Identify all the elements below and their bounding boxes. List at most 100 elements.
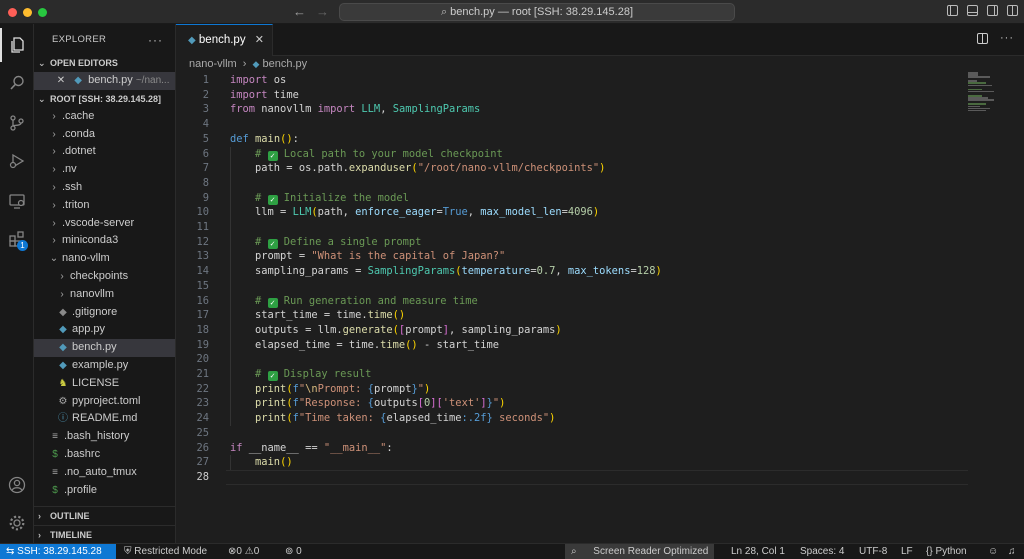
accounts-icon[interactable] [0,468,34,502]
code-token: import [317,103,356,116]
remote-explorer-icon[interactable] [0,184,34,218]
open-editors-section[interactable]: ⌄ OPEN EDITORS [34,54,175,72]
toggle-panel-icon[interactable] [967,5,978,16]
remote-indicator[interactable]: ⇆ SSH: 38.29.145.28 [0,544,116,559]
code-token: ) [599,162,606,175]
code-token: LLM [292,206,312,219]
tree-folder[interactable]: › .triton [34,197,175,215]
tree-file[interactable]: ◆ app.py [34,321,175,339]
line-number: 21 [196,368,209,380]
tree-file[interactable]: $ .profile [34,482,175,500]
tree-file[interactable]: ⚙ pyproject.toml [34,393,175,411]
tree-file[interactable]: ♞ LICENSE [34,375,175,393]
code-line: # ✓ Define a single prompt [230,235,421,250]
language-mode[interactable]: {} Python [926,544,967,559]
code-token: path = os.path. [230,162,349,175]
code-token: def [230,132,249,145]
breadcrumb-file[interactable]: bench.py [262,58,307,70]
code-line: elapsed_time = time.time() - start_time [230,338,499,353]
split-editor-icon[interactable] [977,33,988,44]
code-token: 128 [636,265,656,278]
tree-file[interactable]: ⓘ README.md [34,410,175,428]
indentation[interactable]: Spaces: 4 [800,544,844,559]
minimize-window-button[interactable] [23,8,32,17]
tree-folder[interactable]: › .dotnet [34,143,175,161]
close-window-button[interactable] [8,8,17,17]
screen-reader-mode[interactable]: ⌕ Screen Reader Optimized [565,544,715,559]
restricted-mode[interactable]: ⛨ Restricted Mode [124,544,207,559]
code-token: outputs = llm. [230,323,343,336]
tree-file[interactable]: $ .bashrc [34,446,175,464]
tree-file[interactable]: ◆ example.py [34,357,175,375]
code-token: Define a single prompt [277,235,422,248]
command-center[interactable]: ⌕ bench.py — root [SSH: 38.29.145.28] [339,3,735,21]
code-line: if __name__ == "__main__": [230,441,393,456]
code-token: path, [317,206,356,219]
minimap[interactable] [968,72,994,122]
maximize-window-button[interactable] [38,8,47,17]
code-token: from [230,103,256,116]
tree-folder[interactable]: › .ssh [34,179,175,197]
language-label: Python [935,546,967,557]
git-file-icon: ◆ [59,306,67,318]
timeline-section[interactable]: › TIMELINE [34,525,175,543]
outline-section[interactable]: › OUTLINE [34,507,175,525]
open-editor-name: bench.py [88,74,133,86]
go-back-arrow-icon[interactable]: ← [293,4,306,19]
copilot-icon[interactable]: ☺ [988,544,998,559]
code-token: 'text' [442,397,481,410]
close-tab-icon[interactable]: ✕ [255,25,264,56]
code-token: : [292,132,299,145]
end-of-line[interactable]: LF [901,544,913,559]
toggle-secondary-sidebar-icon[interactable] [987,5,998,16]
encoding[interactable]: UTF-8 [859,544,887,559]
tree-folder[interactable]: › checkpoints [34,268,175,286]
tree-file[interactable]: ◆ bench.py [34,339,175,357]
tree-item-label: example.py [72,358,129,371]
tree-folder[interactable]: › .conda [34,126,175,144]
code-token: # [255,191,268,204]
manage-gear-icon[interactable] [0,506,34,540]
code-line: path = os.path.expanduser("/root/nano-vl… [230,161,605,176]
extensions-icon[interactable]: 1 [0,222,34,256]
code-editor[interactable]: 1 import os 2 import time 3 from nanovllm imp… [176,72,1024,543]
open-editor-path: ~/nan... [135,75,170,86]
go-forward-arrow-icon[interactable]: → [316,4,329,19]
root-folder-section[interactable]: ⌄ ROOT [SSH: 38.29.145.28] [34,90,175,108]
search-icon[interactable] [0,66,34,100]
close-icon[interactable]: ✕ [54,72,68,90]
text-file-icon: ≡ [52,431,58,443]
run-debug-icon[interactable] [0,144,34,178]
tab-bench-py[interactable]: ◆ bench.py ✕ [176,24,273,56]
outline-label: OUTLINE [50,511,90,521]
problems-indicator[interactable]: ⊗0 ⚠0 [228,544,259,559]
tree-file[interactable]: ≡ .bash_history [34,428,175,446]
tree-folder[interactable]: › .nv [34,161,175,179]
tree-folder[interactable]: › nanovllm [34,286,175,304]
tree-file[interactable]: ◆ .gitignore [34,304,175,322]
tree-folder[interactable]: › .cache [34,108,175,126]
tree-item-label: .bash_history [64,430,130,443]
more-actions-icon[interactable]: ··· [148,24,163,56]
breadcrumb-folder[interactable]: nano-vllm [189,58,237,70]
customize-layout-icon[interactable] [1007,5,1018,16]
code-token: prompt [373,382,412,395]
tree-folder[interactable]: › .vscode-server [34,215,175,233]
more-actions-icon[interactable]: ··· [1000,33,1014,44]
explorer-icon[interactable] [0,28,34,62]
title-bar: ← → ⌕ bench.py — root [SSH: 38.29.145.28] [0,0,1024,24]
notifications-bell-icon[interactable]: ♫ [1008,544,1016,559]
source-control-icon[interactable] [0,106,34,140]
chevron-right-icon: › [52,128,56,140]
code-token: ) [555,323,562,336]
tree-folder[interactable]: ⌄ nano-vllm [34,250,175,268]
toggle-primary-sidebar-icon[interactable] [947,5,958,16]
cursor-position[interactable]: Ln 28, Col 1 [731,544,785,559]
code-token: time [367,309,393,322]
tree-file[interactable]: ≡ .no_auto_tmux [34,464,175,482]
open-editor-item[interactable]: ✕ ◆ bench.py ~/nan... [34,72,175,90]
tree-item-label: app.py [72,323,106,336]
tree-folder[interactable]: › miniconda3 [34,232,175,250]
ports-indicator[interactable]: ⊚ 0 [285,544,302,559]
